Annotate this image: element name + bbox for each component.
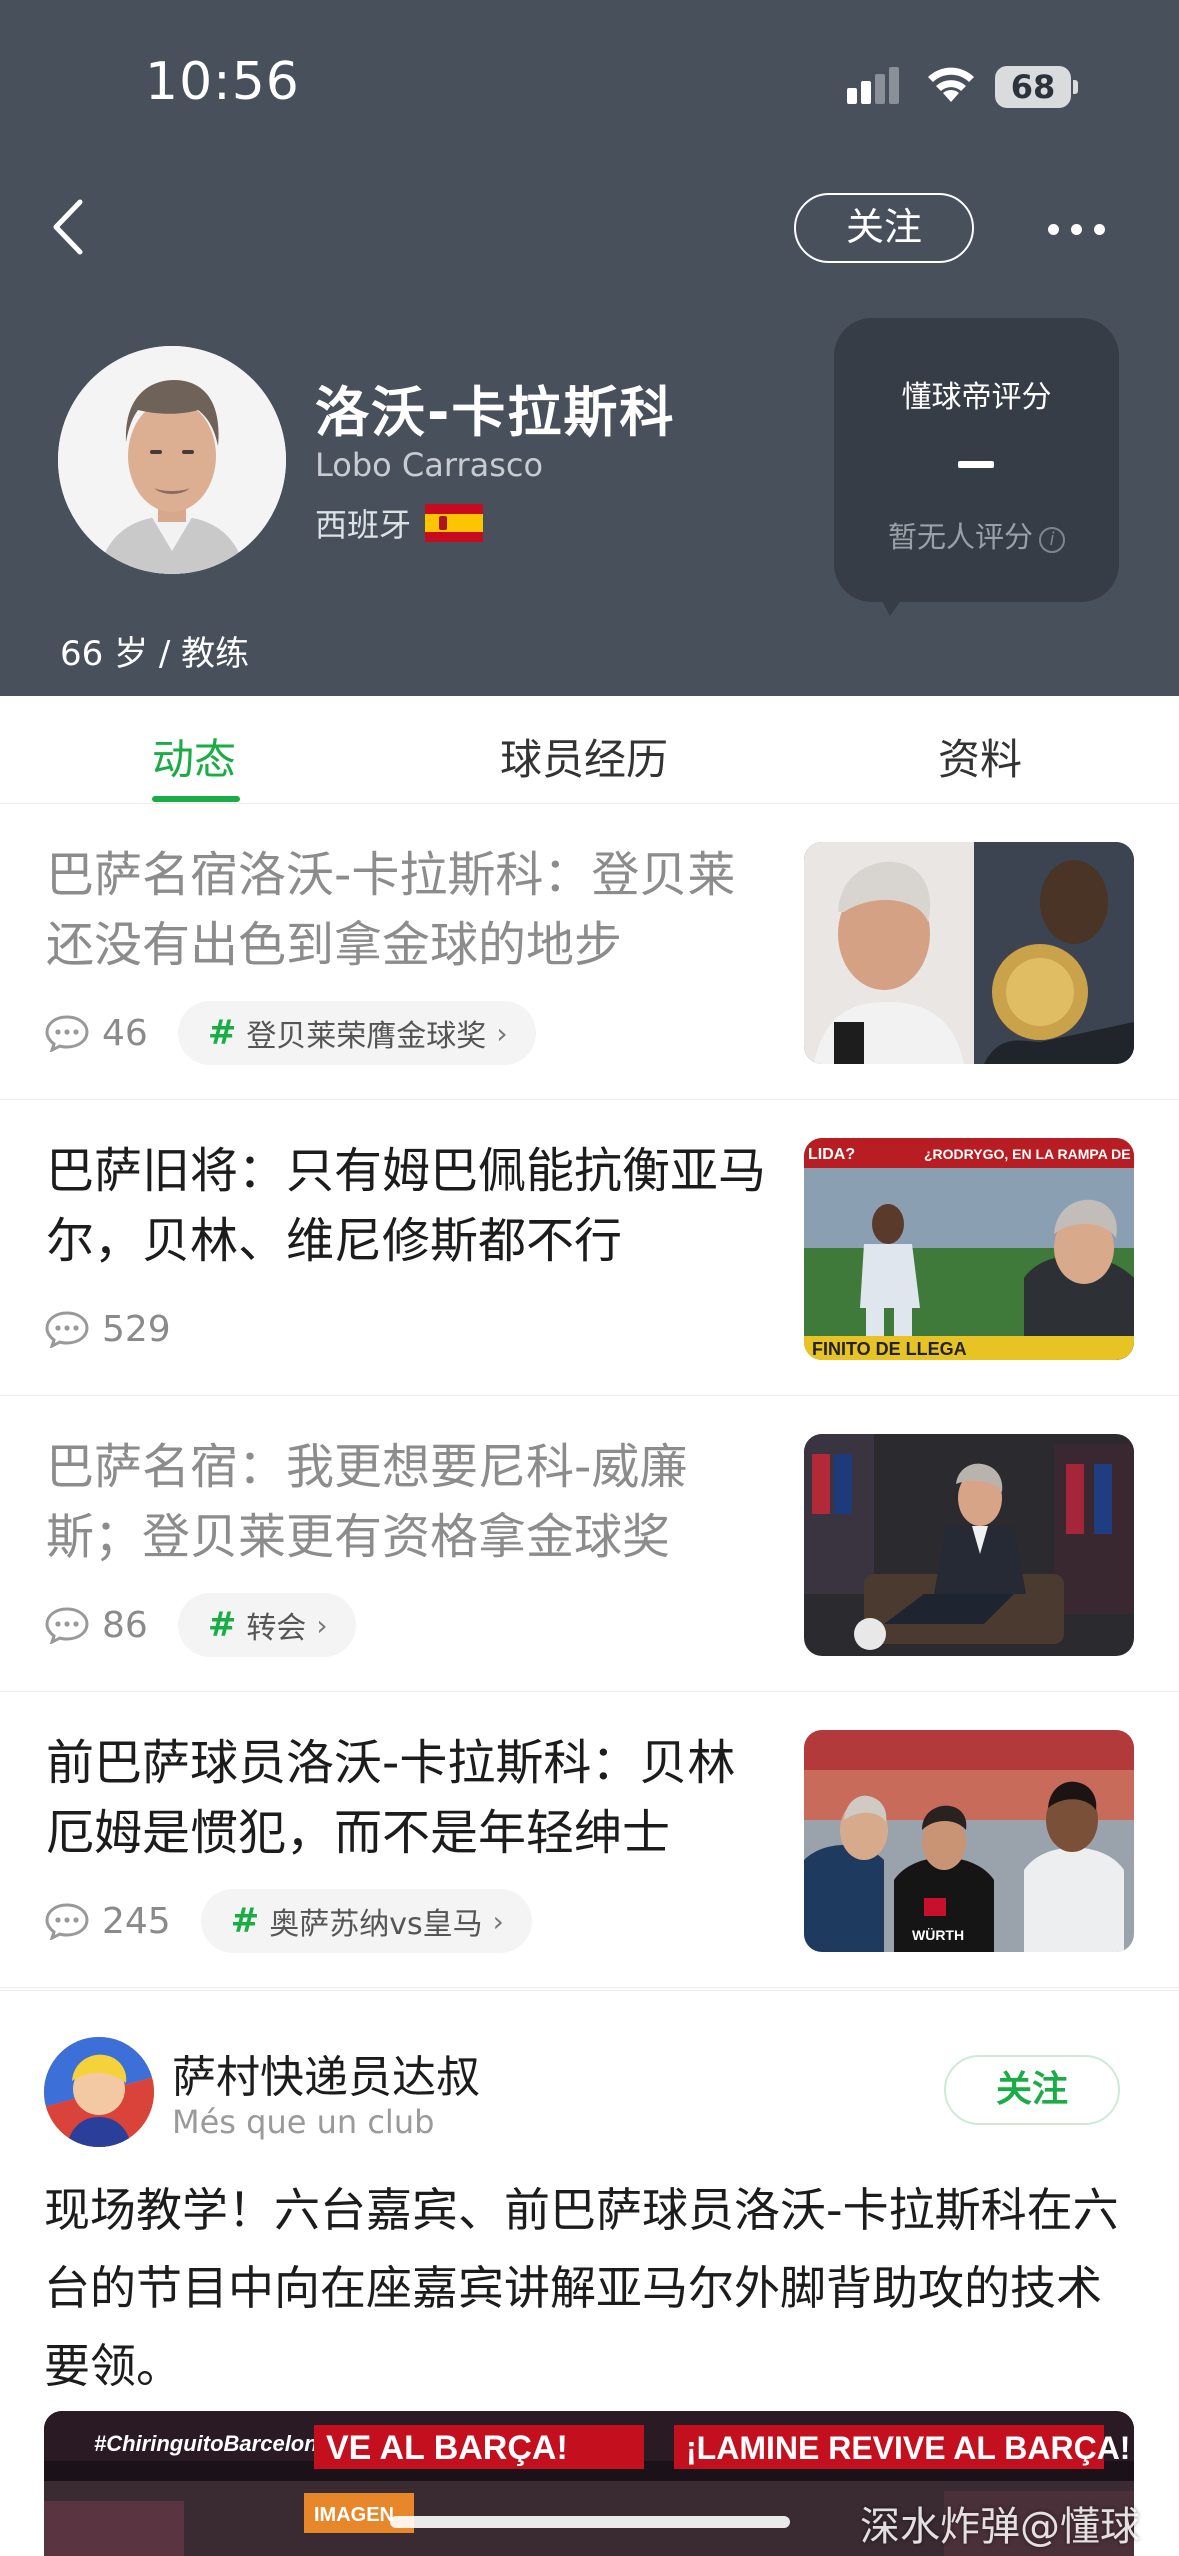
more-options-icon[interactable] [1044, 206, 1110, 250]
rating-title: 懂球帝评分 [901, 380, 1052, 415]
topic-tag[interactable]: # 登贝莱荣膺金球奖 › [177, 1001, 536, 1065]
news-meta: 46 # 登贝莱荣膺金球奖 › [44, 1000, 536, 1066]
thumb-sponsor: WÜRTH [912, 1927, 964, 1943]
watermark: 深水炸弹@懂球帝 [860, 2504, 1140, 2550]
news-item[interactable]: 巴萨旧将：只有姆巴佩能抗衡亚马尔，贝林、维尼修斯都不行 529 LIDA? ¿R… [0, 1100, 1179, 1396]
spain-flag-icon [425, 504, 484, 542]
topic-tag-label: 转会 [246, 1611, 307, 1646]
follow-button[interactable]: 关注 [794, 193, 974, 263]
news-thumbnail[interactable]: WÜRTH [804, 1730, 1134, 1952]
thumb-bottom-text: FINITO DE LLEGA [812, 1339, 967, 1359]
hash-icon: # [207, 1013, 237, 1053]
profile-tabs: 动态 球员经历 资料 [0, 696, 1179, 804]
comment-icon [45, 1311, 89, 1348]
topic-tag[interactable]: # 奥萨苏纳vs皇马 › [200, 1889, 532, 1953]
comment-count: 245 [102, 1900, 171, 1942]
news-thumbnail[interactable] [804, 842, 1134, 1064]
author-name[interactable]: 萨村快递员达叔 [172, 2041, 480, 2105]
profile-header: 10:56 68 关注 洛沃-卡拉斯科 Lobo Carrasco 西班牙 66… [0, 0, 1179, 696]
news-meta: 245 # 奥萨苏纳vs皇马 › [44, 1888, 532, 1954]
news-title[interactable]: 巴萨旧将：只有姆巴佩能抗衡亚马尔，贝林、维尼修斯都不行 [46, 1136, 776, 1276]
news-title[interactable]: 巴萨名宿洛沃-卡拉斯科：登贝莱还没有出色到拿金球的地步 [46, 840, 776, 980]
video-banner-left: VE AL BARÇA! [326, 2429, 568, 2467]
comment-count: 86 [102, 1604, 148, 1646]
coach-name: 洛沃-卡拉斯科 [315, 381, 676, 444]
status-time: 10:56 [145, 52, 300, 112]
comment-icon [45, 1607, 89, 1644]
news-meta: 529 [44, 1296, 201, 1362]
tab-profile[interactable]: 资料 [938, 726, 1022, 787]
rating-card[interactable]: 懂球帝评分 暂无人评分 i [834, 318, 1119, 602]
nationality: 西班牙 [315, 502, 484, 544]
tab-career[interactable]: 球员经历 [500, 726, 668, 787]
battery-level: 68 [995, 66, 1071, 108]
news-title[interactable]: 巴萨名宿：我更想要尼科-威廉斯；登贝莱更有资格拿金球奖 [46, 1432, 776, 1572]
author-avatar[interactable] [44, 2037, 154, 2147]
chevron-right-icon: › [496, 1016, 508, 1050]
news-title[interactable]: 前巴萨球员洛沃-卡拉斯科：贝林厄姆是惯犯，而不是年轻绅士 [46, 1728, 776, 1868]
rating-note: 暂无人评分 i [834, 514, 1119, 556]
age-role: 66 岁 / 教练 [60, 634, 250, 674]
active-tab-indicator [152, 796, 240, 802]
author-subtitle: Més que un club [172, 2103, 435, 2141]
user-post[interactable]: 萨村快递员达叔 Més que un club 关注 现场教学！六台嘉宾、前巴萨… [0, 1990, 1179, 2556]
back-icon[interactable] [44, 192, 104, 262]
post-text[interactable]: 现场教学！六台嘉宾、前巴萨球员洛沃-卡拉斯科在六台的节目中向在座嘉宾讲解亚马尔外… [44, 2171, 1144, 2405]
wifi-icon [928, 67, 974, 102]
video-badge: IMAGEN [314, 2504, 394, 2526]
video-banner-right: ¡LAMINE REVIVE AL BARÇA! [686, 2430, 1130, 2466]
news-item[interactable]: 巴萨名宿：我更想要尼科-威廉斯；登贝莱更有资格拿金球奖 86 # 转会 › [0, 1396, 1179, 1692]
coach-name-english: Lobo Carrasco [315, 446, 544, 484]
info-icon[interactable]: i [1039, 527, 1065, 553]
topic-tag-label: 奥萨苏纳vs皇马 [269, 1907, 483, 1942]
chevron-right-icon: › [316, 1608, 328, 1642]
news-thumbnail[interactable]: LIDA? ¿RODRYGO, EN LA RAMPA DE SA FINITO… [804, 1138, 1134, 1360]
news-thumbnail[interactable] [804, 1434, 1134, 1656]
comment-count: 529 [102, 1308, 171, 1350]
coach-avatar [58, 346, 286, 574]
thumb-banner-left: LIDA? [808, 1146, 855, 1163]
rating-card-pointer [876, 590, 908, 616]
topic-tag-label: 登贝莱荣膺金球奖 [246, 1019, 487, 1054]
news-meta: 86 # 转会 › [44, 1592, 356, 1658]
tab-feed[interactable]: 动态 [152, 726, 236, 787]
cellular-signal-icon [847, 67, 899, 104]
comment-icon [45, 1015, 89, 1052]
hash-icon: # [207, 1605, 237, 1645]
topic-tag[interactable]: # 转会 › [177, 1593, 356, 1657]
video-hashtag: #ChiringuitoBarcelona [94, 2431, 330, 2456]
hash-icon: # [230, 1901, 260, 1941]
battery-indicator: 68 [995, 66, 1079, 108]
comment-icon [45, 1903, 89, 1940]
news-item[interactable]: 前巴萨球员洛沃-卡拉斯科：贝林厄姆是惯犯，而不是年轻绅士 245 # 奥萨苏纳vs… [0, 1692, 1179, 1988]
comment-count: 46 [102, 1012, 148, 1054]
home-indicator[interactable] [390, 2516, 790, 2528]
rating-value-dash [958, 461, 994, 468]
chevron-right-icon: › [492, 1904, 504, 1938]
news-item[interactable]: 巴萨名宿洛沃-卡拉斯科：登贝莱还没有出色到拿金球的地步 46 # 登贝莱荣膺金球奖… [0, 804, 1179, 1100]
thumb-banner-right: ¿RODRYGO, EN LA RAMPA DE SA [924, 1146, 1134, 1162]
country-label: 西班牙 [315, 506, 412, 544]
follow-author-button[interactable]: 关注 [944, 2055, 1120, 2125]
battery-tip [1073, 80, 1078, 94]
